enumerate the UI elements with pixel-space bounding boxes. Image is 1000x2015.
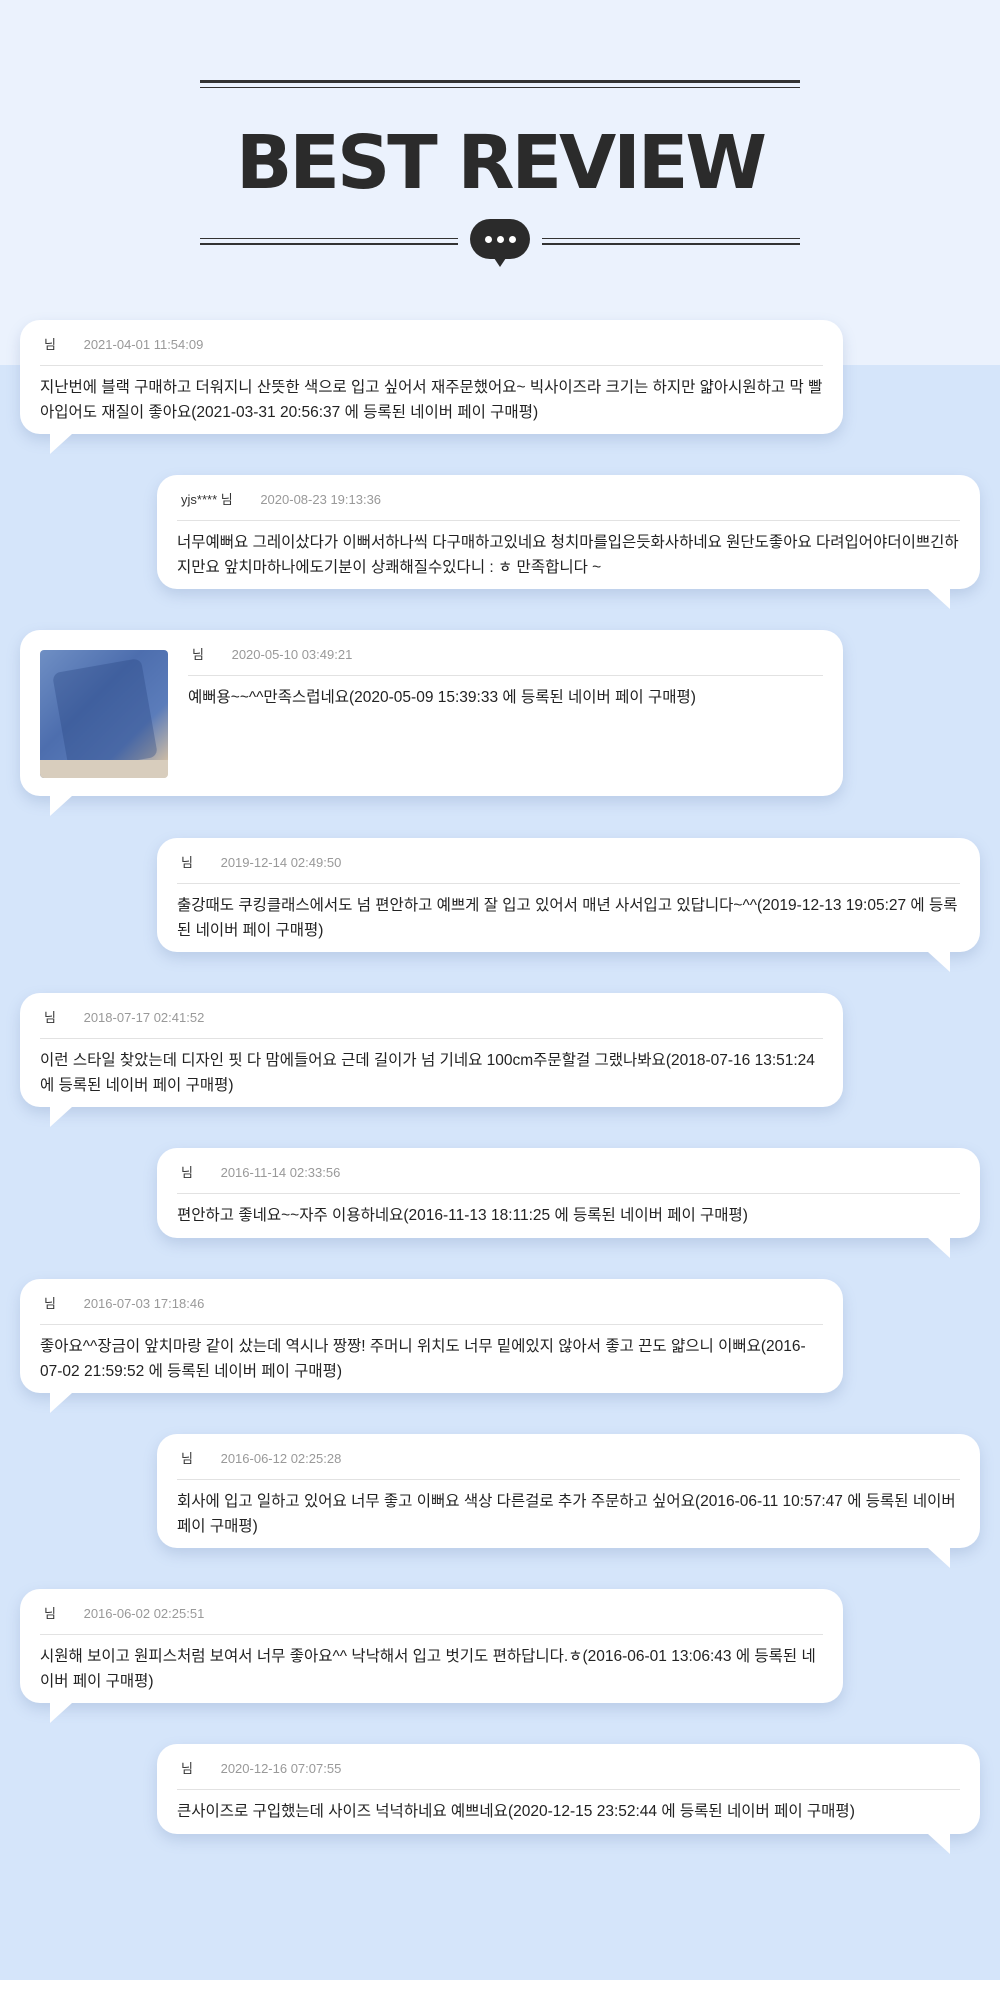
review-author: 님 (44, 1606, 56, 1621)
header-top-rule (200, 80, 800, 88)
review-text: 예뻐용~~^^만족스럽네요(2020-05-09 15:39:33 에 등록된 … (188, 689, 696, 706)
review-meta: 님 2020-05-10 03:49:21 (188, 644, 823, 676)
header-right-rule (542, 238, 800, 245)
review-author: 님 (192, 647, 204, 662)
review-date: 2020-12-16 07:07:55 (220, 1761, 342, 1776)
review-card: 님 2019-12-14 02:49:50 출강때도 쿠킹클래스에서도 넘 편안… (157, 838, 980, 972)
header-left-rule (200, 238, 458, 245)
review-meta: 님 2016-07-03 17:18:46 (40, 1293, 823, 1325)
review-photo-thumbnail[interactable] (40, 650, 168, 778)
review-author: 님 (44, 1010, 56, 1025)
review-date: 2019-12-14 02:49:50 (220, 855, 342, 870)
review-meta: yjs**** 님 2020-08-23 19:13:36 (177, 489, 960, 521)
review-text: 출강때도 쿠킹클래스에서도 넘 편안하고 예쁘게 잘 입고 있어서 매년 사서입… (177, 897, 958, 939)
review-author: 님 (181, 1451, 193, 1466)
review-meta: 님 2016-06-02 02:25:51 (40, 1603, 823, 1635)
review-card: 님 2016-06-02 02:25:51 시원해 보이고 원피스처럼 보여서 … (20, 1589, 843, 1723)
review-card: 님 2016-07-03 17:18:46 좋아요^^장금이 앞치마랑 같이 샀… (20, 1279, 843, 1413)
review-date: 2016-07-03 17:18:46 (83, 1296, 205, 1311)
review-card: 님 2020-12-16 07:07:55 큰사이즈로 구입했는데 사이즈 넉넉… (157, 1744, 980, 1854)
dot-icon (496, 235, 504, 243)
review-date: 2021-04-01 11:54:09 (83, 337, 204, 352)
review-card: yjs**** 님 2020-08-23 19:13:36 너무예뻐요 그레이샀… (157, 475, 980, 609)
review-text: 회사에 입고 일하고 있어요 너무 좋고 이뻐요 색상 다른걸로 추가 주문하고… (177, 1493, 956, 1535)
dot-icon (508, 235, 516, 243)
review-date: 2020-05-10 03:49:21 (231, 647, 353, 662)
best-review-header: BEST REVIEW (0, 0, 1000, 280)
review-text: 큰사이즈로 구입했는데 사이즈 넉넉하네요 예쁘네요(2020-12-15 23… (177, 1803, 855, 1820)
review-text: 너무예뻐요 그레이샀다가 이뻐서하나씩 다구매하고있네요 청치마를입은듯화사하네… (177, 534, 959, 576)
review-card: 님 2020-05-10 03:49:21 예뻐용~~^^만족스럽네요(2020… (20, 630, 843, 816)
review-meta: 님 2016-11-14 02:33:56 (177, 1162, 960, 1194)
review-date: 2016-11-14 02:33:56 (220, 1165, 341, 1180)
dot-icon (484, 235, 492, 243)
speech-bubble-icon (470, 219, 530, 267)
review-author: 님 (181, 1761, 193, 1776)
review-text: 지난번에 블랙 구매하고 더워지니 산뜻한 색으로 입고 싶어서 재주문했어요~… (40, 379, 823, 421)
review-text: 편안하고 좋네요~~자주 이용하네요(2016-11-13 18:11:25 에… (177, 1207, 748, 1224)
review-author: 님 (181, 855, 193, 870)
review-meta: 님 2016-06-12 02:25:28 (177, 1448, 960, 1480)
review-author: 님 (44, 337, 56, 352)
review-card: 님 2018-07-17 02:41:52 이런 스타일 찾았는데 디자인 핏 … (20, 993, 843, 1127)
review-date: 2016-06-02 02:25:51 (83, 1606, 205, 1621)
review-meta: 님 2018-07-17 02:41:52 (40, 1007, 823, 1039)
review-content: 님 2020-05-10 03:49:21 예뻐용~~^^만족스럽네요(2020… (188, 644, 823, 776)
review-text: 좋아요^^장금이 앞치마랑 같이 샀는데 역시나 짱짱! 주머니 위치도 너무 … (40, 1338, 806, 1380)
review-author: 님 (181, 1165, 193, 1180)
review-card: 님 2016-06-12 02:25:28 회사에 입고 일하고 있어요 너무 … (157, 1434, 980, 1568)
review-card: 님 2021-04-01 11:54:09 지난번에 블랙 구매하고 더워지니 … (20, 320, 843, 454)
page-title: BEST REVIEW (236, 120, 767, 206)
review-meta: 님 2019-12-14 02:49:50 (177, 852, 960, 884)
review-date: 2018-07-17 02:41:52 (83, 1010, 205, 1025)
review-meta: 님 2020-12-16 07:07:55 (177, 1758, 960, 1790)
review-date: 2016-06-12 02:25:28 (220, 1451, 342, 1466)
review-meta: 님 2021-04-01 11:54:09 (40, 334, 823, 366)
review-author: 님 (44, 1296, 56, 1311)
review-author: yjs**** 님 (181, 492, 233, 507)
review-text: 시원해 보이고 원피스처럼 보여서 너무 좋아요^^ 낙낙해서 입고 벗기도 편… (40, 1648, 816, 1690)
review-text: 이런 스타일 찾았는데 디자인 핏 다 맘에들어요 근데 길이가 넘 기네요 1… (40, 1052, 815, 1094)
review-date: 2020-08-23 19:13:36 (260, 492, 382, 507)
review-card: 님 2016-11-14 02:33:56 편안하고 좋네요~~자주 이용하네요… (157, 1148, 980, 1258)
